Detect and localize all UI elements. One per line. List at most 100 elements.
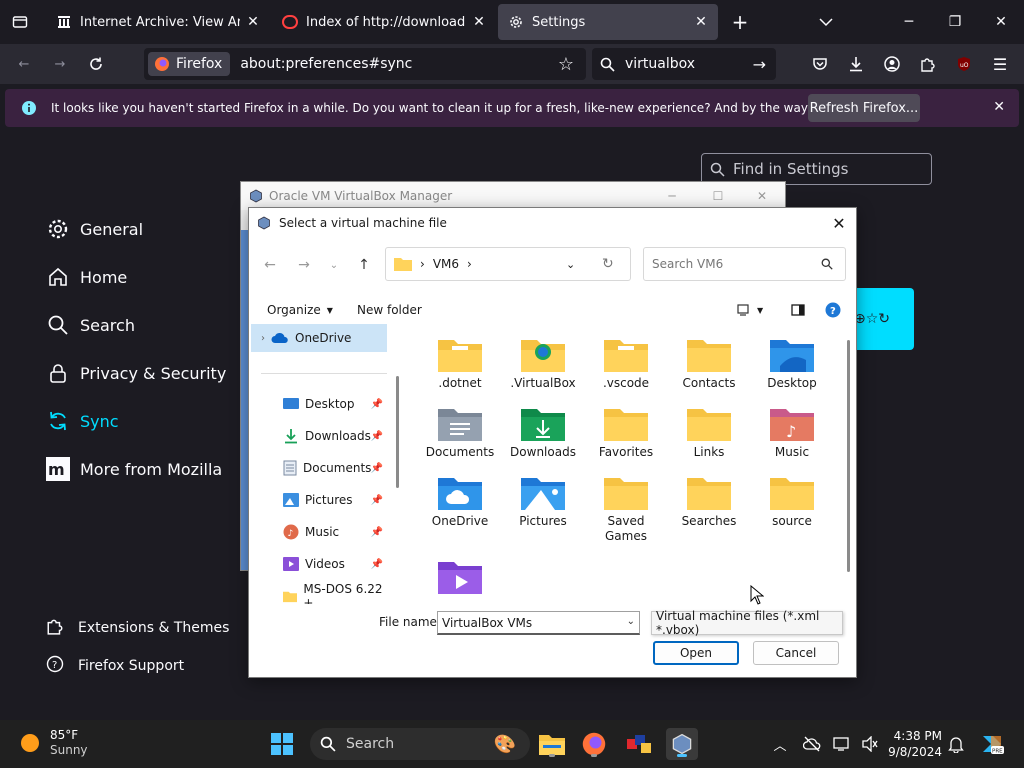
file-name-input[interactable]: VirtualBox VMs ⌄ [437,611,640,635]
dialog-close-button[interactable]: ✕ [828,212,850,234]
nav-item-onedrive[interactable]: › OneDrive [251,324,387,352]
back-button[interactable]: ← [259,254,281,276]
up-button[interactable]: ↑ [353,254,375,276]
file-item[interactable]: Searches [668,476,750,529]
refresh-firefox-button[interactable]: Refresh Firefox... [808,94,920,122]
new-tab-button[interactable]: + [726,10,754,34]
extensions-button[interactable] [914,52,942,76]
nav-scrollbar[interactable] [396,376,399,488]
file-item[interactable]: Saved Games [585,476,667,544]
category-general[interactable]: General [46,214,143,244]
close-icon[interactable]: ✕ [244,13,262,31]
url-text[interactable]: about:preferences#sync [240,56,558,72]
pin-icon[interactable]: 📌 [371,399,383,410]
nav-item-videos[interactable]: Videos 📌 [251,550,387,578]
downloads-button[interactable] [842,52,870,76]
tray-network-off[interactable] [798,728,826,760]
pin-icon[interactable]: 📌 [371,463,383,474]
tray-display[interactable] [828,728,856,760]
firefox-support-link[interactable]: ? Firefox Support [46,654,184,678]
account-button[interactable] [878,52,906,76]
search-bar[interactable]: virtualbox → [592,48,776,80]
category-search[interactable]: Search [46,310,135,340]
file-item[interactable]: .vscode [585,338,667,391]
category-sync[interactable]: Sync [46,406,119,436]
minimize-button[interactable]: ─ [649,182,695,210]
category-more-from-mozilla[interactable]: m More from Mozilla [46,454,222,484]
pocket-button[interactable] [806,52,834,76]
file-item[interactable]: ♪ Music [751,407,833,460]
show-hidden-icons-button[interactable]: ︿ [766,728,794,760]
firefox-view-button[interactable] [6,10,34,34]
taskbar-clock[interactable]: 4:38 PM 9/8/2024 [884,728,942,760]
close-window-button[interactable]: ✕ [978,0,1024,44]
close-window-button[interactable]: ✕ [739,182,785,210]
pin-icon[interactable]: 📌 [371,527,383,538]
chevron-right-icon[interactable]: › [261,333,265,344]
tab-internet-archive[interactable]: Internet Archive: View Archive ✕ [46,4,270,40]
search-input[interactable]: virtualbox [625,56,743,72]
file-item[interactable]: source [751,476,833,529]
nav-item-downloads[interactable]: Downloads 📌 [251,422,387,450]
file-item[interactable]: Desktop [751,338,833,391]
pin-icon[interactable]: 📌 [371,495,383,506]
nav-item-music[interactable]: ♪ Music 📌 [251,518,387,546]
cancel-button[interactable]: Cancel [753,641,839,665]
nav-item-ms-dos[interactable]: MS-DOS 6.22 + [251,582,387,604]
file-item[interactable]: Pictures [502,476,584,529]
ublock-button[interactable]: uO [950,52,978,76]
file-grid-scrollbar[interactable] [847,340,850,572]
file-item[interactable]: Downloads [502,407,584,460]
file-item[interactable]: Links [668,407,750,460]
file-item[interactable]: .VirtualBox [502,338,584,391]
tab-virtualbox-index[interactable]: Index of http://download.virtualbox.org … [272,4,496,40]
close-icon[interactable]: ✕ [993,99,1005,115]
back-button[interactable]: ← [10,52,38,76]
category-privacy-security[interactable]: Privacy & Security [46,358,226,388]
star-icon[interactable]: ☆ [558,54,574,75]
open-button[interactable]: Open [653,641,739,665]
taskbar-file-explorer[interactable] [536,728,568,760]
taskbar-firefox[interactable] [578,728,610,760]
category-home[interactable]: Home [46,262,127,292]
arrow-right-icon[interactable]: → [753,55,766,74]
extensions-themes-link[interactable]: Extensions & Themes [46,616,229,640]
chevron-down-icon[interactable]: ⌄ [566,258,575,271]
pin-icon[interactable]: 📌 [371,431,383,442]
url-bar[interactable]: Firefox about:preferences#sync ☆ [144,48,586,80]
new-folder-button[interactable]: New folder [357,300,422,320]
forward-button[interactable]: → [46,52,74,76]
file-type-select[interactable]: Virtual machine files (*.xml *.vbox) [651,609,843,637]
nav-item-pictures[interactable]: Pictures 📌 [251,486,387,514]
recent-locations-button[interactable]: ⌄ [323,254,345,276]
dialog-search-input[interactable]: Search VM6 [643,247,846,281]
taskbar-search[interactable]: Search 🎨 [310,728,530,760]
minimize-button[interactable]: ─ [886,0,932,44]
path-segment[interactable]: VM6 [433,257,459,271]
copilot-button[interactable]: PRE [976,728,1008,760]
weather-widget[interactable]: 85°F Sunny [20,728,88,758]
taskbar-app-tiles[interactable] [624,728,656,760]
notifications-button[interactable] [942,728,970,760]
file-item[interactable] [419,560,501,598]
chevron-down-icon[interactable]: ⌄ [627,616,635,627]
file-item[interactable]: OneDrive [419,476,501,529]
file-item[interactable]: Contacts [668,338,750,391]
file-item[interactable]: Favorites [585,407,667,460]
organize-button[interactable]: Organize ▼ [267,300,333,320]
file-item[interactable]: .dotnet [419,338,501,391]
close-icon[interactable]: ✕ [692,13,710,31]
help-button[interactable]: ? [825,300,841,320]
menu-button[interactable]: ☰ [986,52,1014,76]
reload-button[interactable] [82,52,110,76]
nav-item-desktop[interactable]: Desktop 📌 [251,390,387,418]
pin-icon[interactable]: 📌 [371,559,383,570]
maximize-button[interactable]: ☐ [695,182,741,210]
tray-sound[interactable] [856,728,884,760]
refresh-icon[interactable]: ↻ [602,256,614,272]
file-item[interactable]: Documents [419,407,501,460]
start-button[interactable] [266,728,298,760]
taskbar-virtualbox[interactable] [666,728,698,760]
address-bar[interactable]: › VM6 › ⌄ ↻ [385,247,631,281]
view-options-button[interactable]: ▼ [737,300,763,320]
